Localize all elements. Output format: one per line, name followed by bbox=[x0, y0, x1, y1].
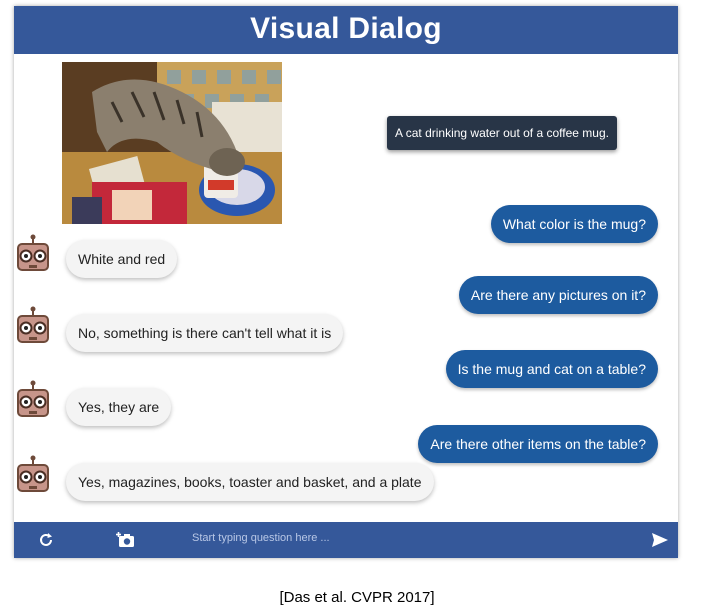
dialog-image bbox=[62, 62, 282, 224]
cat-photo bbox=[62, 62, 282, 224]
add-photo-icon[interactable] bbox=[114, 522, 138, 558]
bot-avatar-icon bbox=[17, 306, 49, 343]
question-input[interactable]: Start typing question here ... bbox=[192, 532, 330, 544]
refresh-icon[interactable] bbox=[34, 522, 58, 558]
app-title: Visual Dialog bbox=[250, 12, 442, 45]
bot-avatar-icon bbox=[17, 234, 49, 271]
answer-bubble-1: White and red bbox=[66, 240, 178, 278]
header-bar: Visual Dialog bbox=[14, 6, 678, 54]
input-bar: Start typing question here ... bbox=[14, 522, 678, 558]
send-icon[interactable] bbox=[648, 522, 672, 558]
answer-bubble-3: Yes, they are bbox=[66, 388, 172, 426]
question-bubble-2: Are there any pictures on it? bbox=[458, 276, 658, 314]
question-bubble-3: Is the mug and cat on a table? bbox=[445, 350, 658, 388]
bot-avatar-icon bbox=[17, 455, 49, 492]
answer-bubble-4: Yes, magazines, books, toaster and baske… bbox=[66, 463, 434, 501]
image-caption: A cat drinking water out of a coffee mug… bbox=[387, 116, 617, 150]
citation-text: [Das et al. CVPR 2017] bbox=[279, 589, 435, 606]
question-bubble-1: What color is the mug? bbox=[490, 205, 658, 243]
bot-avatar-icon bbox=[17, 380, 49, 417]
question-bubble-4: Are there other items on the table? bbox=[418, 425, 658, 463]
visual-dialog-app: Visual Dialog A cat drinking water out o… bbox=[14, 6, 678, 558]
answer-bubble-2: No, something is there can't tell what i… bbox=[66, 314, 344, 352]
